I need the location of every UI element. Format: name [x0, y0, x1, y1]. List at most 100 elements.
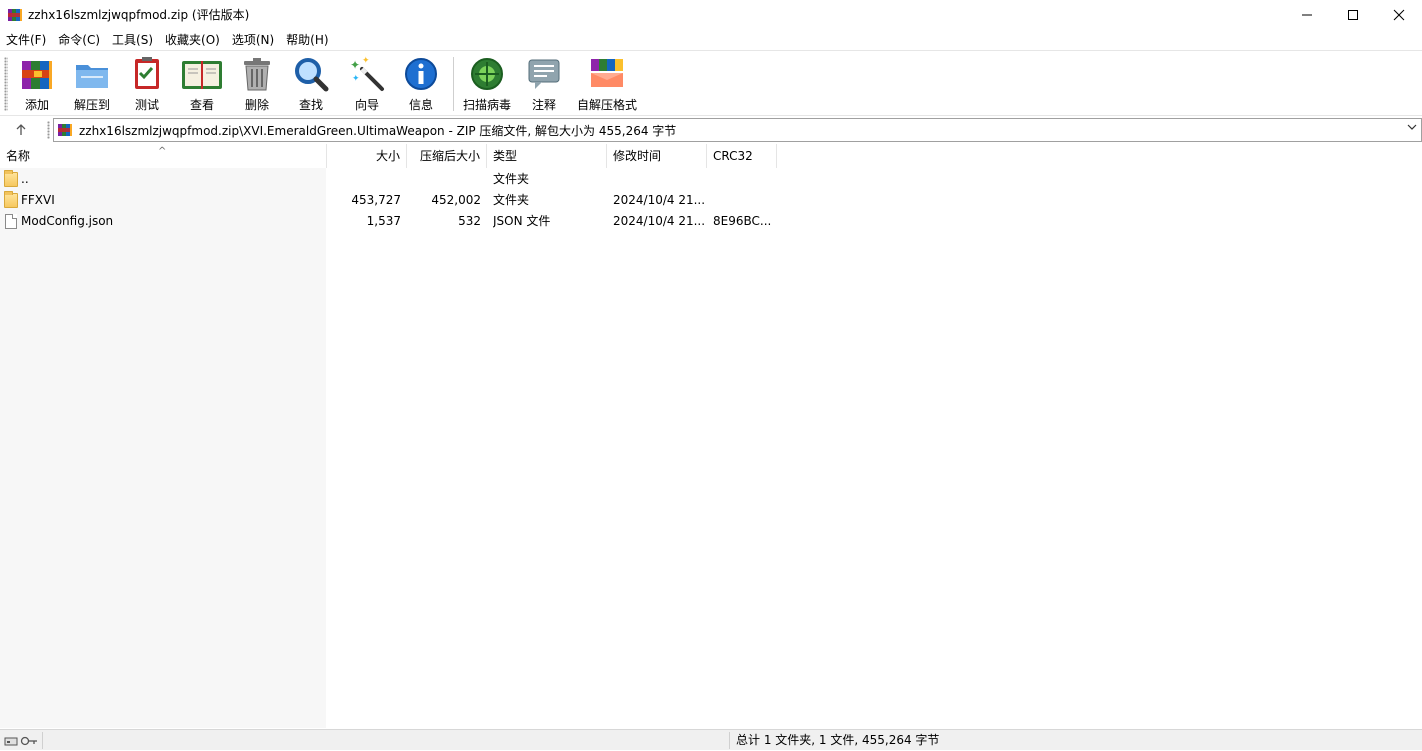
column-size[interactable]: 大小 [327, 144, 407, 168]
find-label: 查找 [298, 98, 323, 112]
status-divider [42, 732, 730, 749]
menu-commands[interactable]: 命令(C) [52, 31, 106, 48]
column-modified[interactable]: 修改时间 [607, 144, 707, 168]
status-summary: 总计 1 文件夹, 1 文件, 455,264 字节 [736, 733, 940, 747]
file-size [330, 169, 401, 190]
file-name: FFXVI [21, 193, 55, 207]
virus-scan-label: 扫描病毒 [462, 98, 511, 112]
menu-file[interactable]: 文件(F) [0, 31, 52, 48]
wizard-button[interactable]: ✦ ✦ ✦ 向导 [348, 55, 386, 113]
add-button[interactable]: 添加 [18, 55, 56, 113]
file-modified: 2024/10/4 21... [613, 214, 705, 228]
winrar-app-icon [7, 7, 23, 23]
address-path: zzhx16lszmlzjwqpfmod.zip\XVI.EmeraldGree… [79, 123, 677, 138]
maximize-icon [1348, 9, 1358, 20]
menu-tools[interactable]: 工具(S) [106, 31, 159, 48]
find-button[interactable]: 查找 [292, 55, 330, 113]
address-row: zzhx16lszmlzjwqpfmod.zip\XVI.EmeraldGree… [0, 117, 1422, 143]
table-row[interactable]: ModConfig.json 1,537 532 JSON 文件 2024/10… [0, 211, 1422, 232]
key-icon [20, 736, 37, 745]
close-icon [1393, 9, 1405, 20]
menu-favorites[interactable]: 收藏夹(O) [159, 31, 226, 48]
info-button[interactable]: 信息 [402, 55, 440, 113]
column-header: 名称 ^ 大小 压缩后大小 类型 修改时间 CRC32 [0, 144, 1422, 168]
virus-scan-icon [468, 55, 506, 93]
arrow-up-icon [16, 124, 26, 135]
menu-options[interactable]: 选项(N) [226, 31, 280, 48]
toolbar-grip[interactable] [4, 57, 8, 111]
file-modified: 2024/10/4 21... [613, 193, 705, 207]
folder-icon [4, 191, 18, 208]
toolbar: 添加 解压到 测试 查看 删除 查找 ✦ ✦ ✦ 向导 信息 扫描病毒 注释 自… [0, 50, 1422, 116]
up-one-level-button[interactable] [10, 119, 32, 141]
view-button[interactable]: 查看 [180, 55, 224, 113]
comment-icon [525, 55, 563, 93]
column-crc[interactable]: CRC32 [707, 144, 777, 168]
minimize-button[interactable] [1284, 0, 1330, 29]
column-packed-label: 压缩后大小 [419, 149, 480, 163]
address-bar[interactable]: zzhx16lszmlzjwqpfmod.zip\XVI.EmeraldGree… [53, 118, 1422, 142]
extract-to-label: 解压到 [73, 98, 110, 112]
column-type[interactable]: 类型 [487, 144, 607, 168]
wizard-label: 向导 [354, 98, 379, 112]
file-packed-size: 532 [458, 214, 481, 228]
sfx-archive-icon [588, 55, 626, 93]
svg-text:✦: ✦ [362, 56, 370, 66]
extract-folder-icon [73, 55, 111, 93]
svg-text:✦: ✦ [352, 74, 360, 84]
file-name: ModConfig.json [21, 214, 114, 228]
comment-button[interactable]: 注释 [525, 55, 563, 113]
virus-scan-button[interactable]: 扫描病毒 [462, 55, 512, 113]
extract-to-button[interactable]: 解压到 [72, 55, 112, 113]
add-label: 添加 [24, 98, 49, 112]
sort-ascending-icon: ^ [158, 146, 167, 157]
status-icons [4, 733, 40, 748]
sfx-button[interactable]: 自解压格式 [577, 55, 637, 113]
test-checklist-icon [128, 55, 166, 93]
file-list[interactable]: 名称 ^ 大小 压缩后大小 类型 修改时间 CRC32 .. 文件夹 FFXVI… [0, 144, 1422, 728]
menu-help[interactable]: 帮助(H) [280, 31, 334, 48]
test-label: 测试 [134, 98, 159, 112]
file-type: 文件夹 [493, 193, 530, 207]
table-row[interactable]: .. 文件夹 [0, 169, 1422, 190]
chevron-down-icon[interactable] [1407, 122, 1417, 135]
address-grip[interactable] [47, 121, 50, 139]
title-bar: zzhx16lszmlzjwqpfmod.zip (评估版本) [0, 0, 1422, 29]
file-crc [713, 190, 775, 211]
column-name-label: 名称 [6, 149, 31, 163]
minimize-icon [1302, 14, 1312, 15]
delete-button[interactable]: 删除 [238, 55, 276, 113]
file-packed-size [410, 169, 481, 190]
comment-label: 注释 [531, 98, 556, 112]
add-archive-icon [18, 55, 56, 93]
column-name[interactable]: 名称 ^ [0, 144, 327, 168]
test-button[interactable]: 测试 [128, 55, 166, 113]
file-size: 453,727 [351, 193, 401, 207]
column-size-label: 大小 [375, 149, 400, 163]
delete-label: 删除 [244, 98, 269, 112]
column-packed[interactable]: 压缩后大小 [407, 144, 487, 168]
file-type: JSON 文件 [493, 214, 551, 228]
menu-bar: 文件(F) 命令(C) 工具(S) 收藏夹(O) 选项(N) 帮助(H) [0, 29, 1422, 49]
folder-icon [4, 170, 18, 187]
file-packed-size: 452,002 [431, 193, 481, 207]
table-row[interactable]: FFXVI 453,727 452,002 文件夹 2024/10/4 21..… [0, 190, 1422, 211]
name-column-background [0, 168, 326, 728]
trash-icon [238, 55, 276, 93]
maximize-button[interactable] [1330, 0, 1376, 29]
column-crc-label: CRC32 [713, 149, 753, 163]
close-button[interactable] [1376, 0, 1422, 29]
info-label: 信息 [408, 98, 433, 112]
drive-icon [4, 737, 18, 745]
zip-archive-icon [57, 122, 73, 138]
file-size: 1,537 [366, 214, 401, 228]
magnifier-icon [292, 55, 330, 93]
toolbar-separator [453, 57, 454, 111]
file-crc [713, 169, 775, 190]
status-bar: 总计 1 文件夹, 1 文件, 455,264 字节 [0, 729, 1422, 750]
column-type-label: 类型 [493, 149, 518, 163]
info-icon [402, 55, 440, 93]
view-label: 查看 [189, 98, 214, 112]
view-book-icon [180, 55, 224, 93]
file-modified [613, 169, 705, 190]
